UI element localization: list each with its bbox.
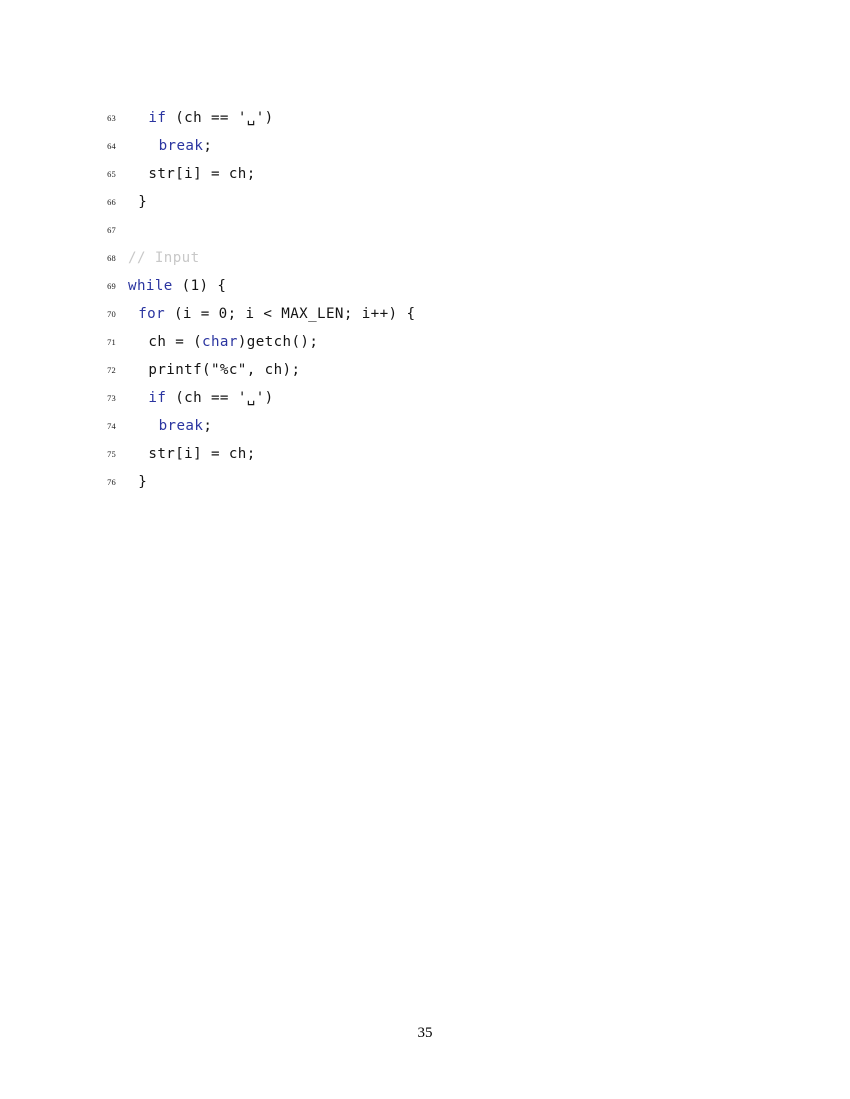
code-token-vspace: ␣ — [246, 390, 256, 406]
code-line: 74 break; — [94, 412, 754, 440]
code-token-pln: ch = ( — [148, 334, 203, 350]
code-listing: 63 if (ch == '␣') 64 break; 65 str[i] = ch; 66… — [94, 104, 754, 496]
code-token-pln: (ch == ' — [166, 110, 247, 126]
code-token-kw: break — [158, 138, 204, 154]
code-token-pln: printf("%c", ch); — [148, 362, 301, 378]
code-line: 73 if (ch == '␣') — [94, 384, 754, 412]
code-line-number: 63 — [107, 113, 116, 123]
code-line: 76} — [94, 468, 754, 496]
code-line: 71 ch = (char)getch(); — [94, 328, 754, 356]
code-token-pln: (ch == ' — [166, 390, 247, 406]
code-token-kw: while — [128, 278, 173, 294]
code-token-kw: if — [148, 110, 167, 126]
code-line-text: for (i = 0; i < MAX_LEN; i++) { — [138, 300, 415, 328]
code-line: 68 // Input — [94, 244, 754, 272]
code-line-text: str[i] = ch; — [148, 440, 255, 468]
code-line-text: while (1) { — [128, 272, 226, 300]
code-line-number: 64 — [107, 141, 116, 151]
code-line-number: 66 — [107, 197, 116, 207]
code-line: 66} — [94, 188, 754, 216]
code-line-number: 70 — [107, 309, 116, 319]
code-token-pln: str[i] = ch; — [148, 446, 256, 462]
code-token-pln: } — [138, 194, 148, 210]
code-line-number: 75 — [107, 449, 116, 459]
code-token-vspace: ␣ — [246, 110, 256, 126]
code-line: 65 str[i] = ch; — [94, 160, 754, 188]
code-token-pln: )getch(); — [237, 334, 319, 350]
code-line-number: 71 — [107, 337, 116, 347]
code-token-kw: if — [148, 390, 167, 406]
code-token-kw: for — [138, 306, 166, 322]
code-line-text: break; — [159, 132, 213, 160]
code-line: 63 if (ch == '␣') — [94, 104, 754, 132]
code-line: 72 printf("%c", ch); — [94, 356, 754, 384]
code-line-text: str[i] = ch; — [148, 160, 255, 188]
code-token-cmt: // Input — [128, 250, 200, 266]
code-token-pln: (i = 0; i < MAX_LEN; i++) { — [165, 306, 416, 322]
code-line-text: } — [138, 468, 147, 496]
code-line: 64 break; — [94, 132, 754, 160]
code-line-text: if (ch == '␣') — [148, 384, 273, 412]
code-line: 75 str[i] = ch; — [94, 440, 754, 468]
code-line-number: 67 — [107, 225, 116, 235]
code-line: 69 while (1) { — [94, 272, 754, 300]
code-token-kw: char — [202, 334, 238, 350]
code-line-text: ch = (char)getch(); — [148, 328, 318, 356]
code-line-number: 73 — [107, 393, 116, 403]
code-token-pln: str[i] = ch; — [148, 166, 256, 182]
code-line-text: if (ch == '␣') — [148, 104, 273, 132]
code-line-number: 65 — [107, 169, 116, 179]
code-line: 67 — [94, 216, 754, 244]
code-token-kw: break — [158, 418, 204, 434]
code-line-text: break; — [159, 412, 213, 440]
code-token-pln: ') — [255, 390, 274, 406]
code-line-text: printf("%c", ch); — [148, 356, 300, 384]
code-line-number: 68 — [107, 253, 116, 263]
code-line-number: 69 — [107, 281, 116, 291]
document-page: 63 if (ch == '␣') 64 break; 65 str[i] = ch; 66… — [0, 0, 850, 1099]
code-line: 70 for (i = 0; i < MAX_LEN; i++) { — [94, 300, 754, 328]
code-token-pln: } — [138, 474, 148, 490]
code-line-number: 74 — [107, 421, 116, 431]
code-line-text: // Input — [128, 244, 200, 272]
code-token-pln: ; — [203, 138, 213, 154]
code-line-number: 72 — [107, 365, 116, 375]
code-token-pln: ; — [203, 418, 213, 434]
code-line-text: } — [138, 188, 147, 216]
code-token-pln: ') — [255, 110, 274, 126]
code-line-number: 76 — [107, 477, 116, 487]
code-token-pln: (1) { — [172, 278, 227, 294]
page-number: 35 — [417, 1025, 433, 1041]
